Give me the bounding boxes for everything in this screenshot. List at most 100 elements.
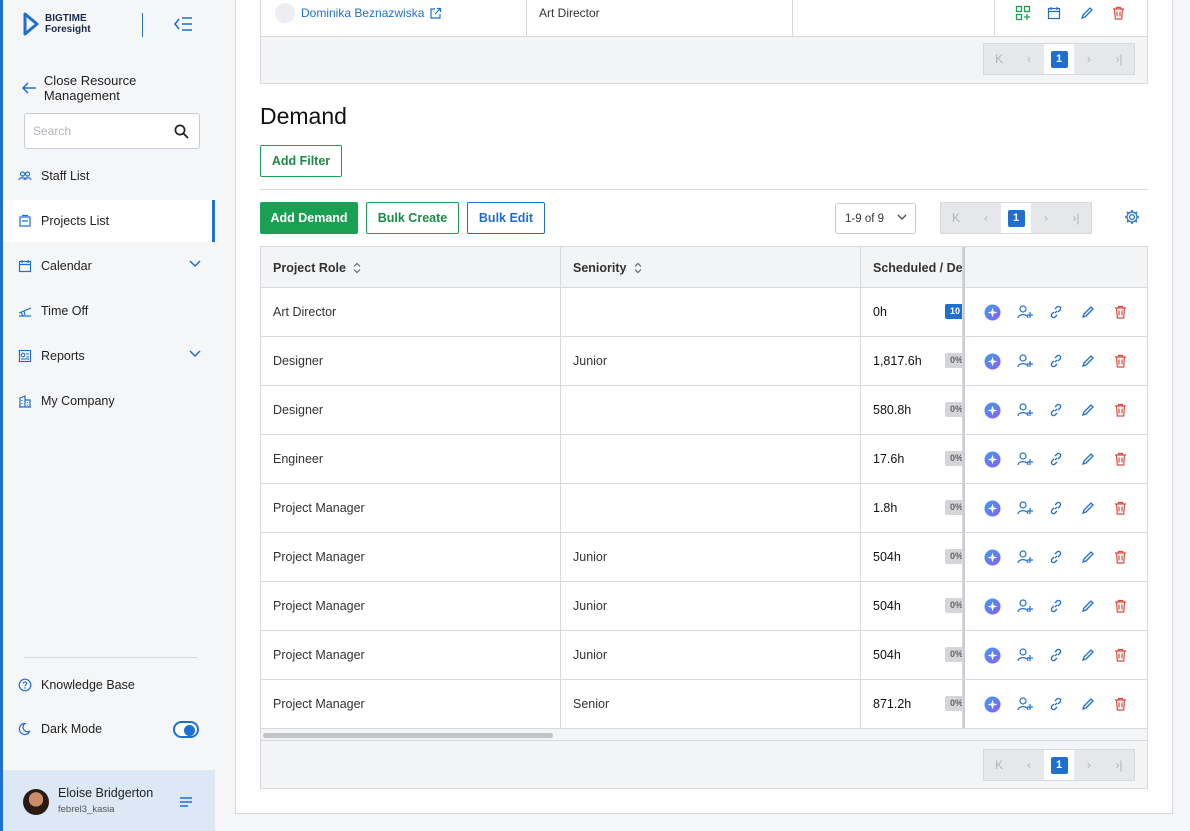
- column-header-scheduled[interactable]: Scheduled / Der: [861, 247, 963, 288]
- assign-user-icon[interactable]: [1016, 303, 1034, 321]
- page-size-select[interactable]: 1-9 of 9: [835, 203, 916, 234]
- search-icon[interactable]: [174, 124, 189, 139]
- assign-user-icon[interactable]: [1016, 695, 1034, 713]
- user-profile-bar[interactable]: Eloise Bridgerton febrel3_kasia: [3, 770, 215, 831]
- prev-page-button[interactable]: ‹: [1014, 44, 1044, 74]
- edit-icon[interactable]: [1078, 4, 1096, 22]
- current-page[interactable]: 1: [1044, 44, 1074, 74]
- knowledge-base-link[interactable]: Knowledge Base: [3, 664, 215, 706]
- bulk-edit-button[interactable]: Bulk Edit: [467, 202, 545, 234]
- delete-icon[interactable]: [1111, 646, 1129, 664]
- first-page-button[interactable]: K: [941, 203, 971, 233]
- delete-icon[interactable]: [1111, 352, 1129, 370]
- prev-page-button[interactable]: ‹: [1014, 750, 1044, 780]
- menu-icon[interactable]: [179, 796, 193, 808]
- edit-icon[interactable]: [1079, 499, 1097, 517]
- last-page-button[interactable]: ›|: [1104, 750, 1134, 780]
- chevron-down-icon[interactable]: [189, 260, 201, 268]
- brand-logo[interactable]: BIGTIME Foresight: [23, 12, 91, 36]
- current-page[interactable]: 1: [1001, 203, 1031, 233]
- sort-icon[interactable]: [353, 262, 361, 274]
- edit-icon[interactable]: [1079, 401, 1097, 419]
- link-icon[interactable]: [1047, 499, 1065, 517]
- assign-user-icon[interactable]: [1016, 548, 1034, 566]
- sidebar-item-staff-list[interactable]: Staff List: [3, 155, 215, 197]
- person-link[interactable]: Dominika Beznazwiska: [275, 3, 442, 23]
- first-page-button[interactable]: K: [984, 44, 1014, 74]
- first-page-button[interactable]: K: [984, 750, 1014, 780]
- sidebar-item-calendar[interactable]: Calendar: [3, 245, 215, 287]
- project-role-cell: Project Manager: [261, 680, 561, 728]
- last-page-button[interactable]: ›|: [1104, 44, 1134, 74]
- ai-match-icon[interactable]: [983, 499, 1001, 517]
- calendar-icon[interactable]: [1045, 4, 1063, 22]
- next-page-button[interactable]: ›: [1074, 750, 1104, 780]
- edit-icon[interactable]: [1079, 352, 1097, 370]
- edit-icon[interactable]: [1079, 597, 1097, 615]
- last-page-button[interactable]: ›|: [1061, 203, 1091, 233]
- ai-match-icon[interactable]: [983, 303, 1001, 321]
- sidebar-item-reports[interactable]: Reports: [3, 335, 215, 377]
- edit-icon[interactable]: [1079, 450, 1097, 468]
- assign-user-icon[interactable]: [1016, 401, 1034, 419]
- sort-icon[interactable]: [634, 262, 642, 274]
- delete-icon[interactable]: [1111, 401, 1129, 419]
- table-row: Designer Junior 1,817.6h 0%: [261, 337, 1147, 386]
- bulk-create-button[interactable]: Bulk Create: [366, 202, 459, 234]
- link-icon[interactable]: [1047, 303, 1065, 321]
- column-header-seniority[interactable]: Seniority: [561, 247, 861, 288]
- link-icon[interactable]: [1047, 597, 1065, 615]
- assign-user-icon[interactable]: [1016, 499, 1034, 517]
- horizontal-scrollbar[interactable]: [263, 733, 553, 738]
- delete-icon[interactable]: [1111, 303, 1129, 321]
- link-icon[interactable]: [1047, 401, 1065, 419]
- close-resource-management-link[interactable]: Close Resource Management: [21, 73, 215, 103]
- ai-match-icon[interactable]: [983, 597, 1001, 615]
- column-header-project-role[interactable]: Project Role: [261, 247, 561, 288]
- sidebar-item-my-company[interactable]: My Company: [3, 380, 215, 422]
- next-page-button[interactable]: ›: [1031, 203, 1061, 233]
- link-icon[interactable]: [1047, 450, 1065, 468]
- delete-icon[interactable]: [1111, 597, 1129, 615]
- edit-icon[interactable]: [1079, 695, 1097, 713]
- assign-grid-icon[interactable]: [1014, 4, 1032, 22]
- sidebar-item-time-off[interactable]: Time Off: [3, 290, 215, 332]
- next-page-button[interactable]: ›: [1074, 44, 1104, 74]
- search-input[interactable]: [25, 114, 165, 148]
- collapse-sidebar-icon[interactable]: [172, 14, 194, 34]
- ai-match-icon[interactable]: [983, 695, 1001, 713]
- current-page[interactable]: 1: [1044, 750, 1074, 780]
- scheduled-cell: 1.8h 0%: [861, 484, 963, 532]
- ai-match-icon[interactable]: [983, 548, 1001, 566]
- link-icon[interactable]: [1047, 352, 1065, 370]
- ai-match-icon[interactable]: [983, 646, 1001, 664]
- link-icon[interactable]: [1047, 695, 1065, 713]
- assign-user-icon[interactable]: [1016, 597, 1034, 615]
- prev-page-button[interactable]: ‹: [971, 203, 1001, 233]
- edit-icon[interactable]: [1079, 646, 1097, 664]
- link-icon[interactable]: [1047, 646, 1065, 664]
- sidebar-item-projects-list[interactable]: Projects List: [3, 200, 215, 242]
- add-demand-button[interactable]: Add Demand: [260, 202, 358, 234]
- scheduled-hours: 580.8h: [873, 403, 912, 417]
- delete-icon[interactable]: [1111, 695, 1129, 713]
- chevron-down-icon[interactable]: [189, 350, 201, 358]
- scheduled-hours: 1,817.6h: [873, 354, 922, 368]
- delete-icon[interactable]: [1111, 499, 1129, 517]
- edit-icon[interactable]: [1079, 548, 1097, 566]
- ai-match-icon[interactable]: [983, 401, 1001, 419]
- link-icon[interactable]: [1047, 548, 1065, 566]
- ai-match-icon[interactable]: [983, 450, 1001, 468]
- ai-match-icon[interactable]: [983, 352, 1001, 370]
- add-filter-button[interactable]: Add Filter: [260, 145, 342, 177]
- delete-icon[interactable]: [1109, 4, 1127, 22]
- edit-icon[interactable]: [1079, 303, 1097, 321]
- dark-mode-toggle[interactable]: [173, 721, 199, 738]
- assign-user-icon[interactable]: [1016, 352, 1034, 370]
- row-actions: [963, 484, 1147, 532]
- delete-icon[interactable]: [1111, 548, 1129, 566]
- assign-user-icon[interactable]: [1016, 646, 1034, 664]
- assign-user-icon[interactable]: [1016, 450, 1034, 468]
- delete-icon[interactable]: [1111, 450, 1129, 468]
- gear-icon[interactable]: [1124, 209, 1140, 225]
